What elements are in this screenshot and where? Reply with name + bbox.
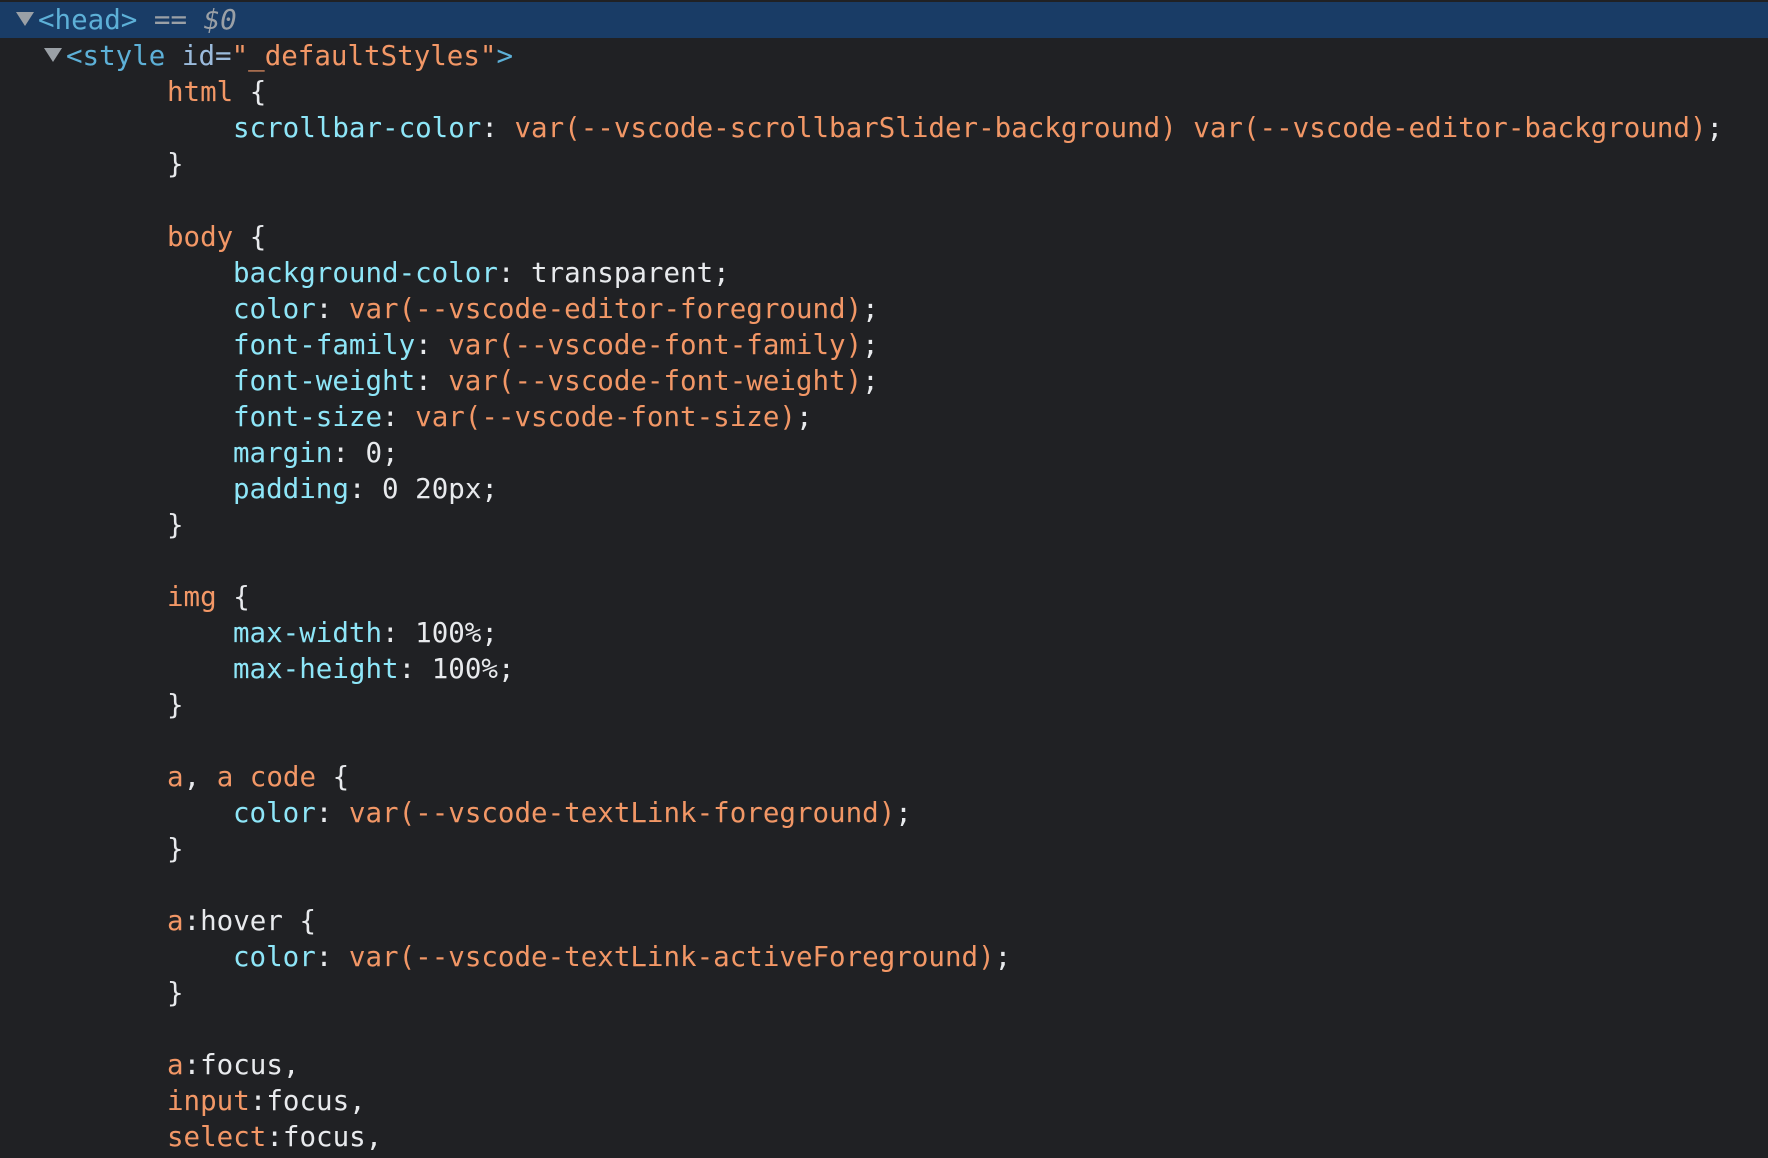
console-ref: $0 [203, 4, 237, 36]
css-property: max-width [233, 617, 383, 649]
css-property: color [233, 293, 316, 325]
css-value: var(--vscode-textLink-activeForeground) [348, 941, 995, 973]
css-property: font-size [233, 401, 383, 433]
rule-selector: a code [216, 761, 317, 793]
rule-body-selector-line: body { [167, 221, 267, 253]
declaration-line: color: var(--vscode-textLink-activeForeg… [233, 941, 1012, 973]
rule-selector: a [167, 905, 184, 937]
close-brace: } [167, 977, 184, 1009]
pseudo-class: :focus, [266, 1121, 383, 1153]
pseudo-class: :hover [183, 905, 283, 937]
declaration-line: max-height: 100%; [233, 653, 515, 685]
css-property: scrollbar-color [233, 112, 482, 144]
declaration-line: background-color: transparent; [233, 257, 730, 289]
css-property: color [233, 941, 316, 973]
pseudo-class: :focus, [249, 1085, 366, 1117]
declaration-line: padding: 0 20px; [233, 473, 498, 505]
rule-selector: body [167, 221, 234, 253]
rule-selector: a [167, 1049, 184, 1081]
css-property: color [233, 797, 316, 829]
rule-selector: img [167, 581, 217, 613]
css-value: var(--vscode-scrollbarSlider-background)… [514, 112, 1707, 144]
dom-node-style[interactable]: <style id="_defaultStyles"> [0, 38, 1768, 74]
css-value: 100% [415, 617, 482, 649]
style-tag-end: > [496, 40, 514, 72]
declaration-line: max-width: 100%; [233, 617, 498, 649]
style-tag-start: <style [66, 40, 166, 72]
declaration-line: font-weight: var(--vscode-font-weight); [233, 365, 879, 397]
close-brace: } [167, 689, 184, 721]
rule-img-selector-line: img { [167, 581, 250, 613]
css-value: transparent [531, 257, 714, 289]
css-value: var(--vscode-font-weight) [448, 365, 863, 397]
devtools-elements-panel: <head> == $0 <style id="_defaultStyles">… [0, 0, 1768, 1158]
declaration-line: font-size: var(--vscode-font-size); [233, 401, 813, 433]
css-property: background-color [233, 257, 498, 289]
declaration-line: color: var(--vscode-editor-foreground); [233, 293, 879, 325]
declaration-line: margin: 0; [233, 437, 399, 469]
close-brace: } [167, 833, 184, 865]
head-tag: <head> [38, 4, 138, 36]
css-value: 100% [431, 653, 498, 685]
css-value: 0 20px [382, 473, 482, 505]
style-attr-value: "_defaultStyles" [231, 40, 497, 72]
css-property: max-height [233, 653, 399, 685]
pseudo-class: :focus, [183, 1049, 300, 1081]
declaration-line: color: var(--vscode-textLink-foreground)… [233, 797, 912, 829]
css-value: var(--vscode-textLink-foreground) [348, 797, 896, 829]
dom-node-head[interactable]: <head> == $0 [0, 2, 1768, 38]
rule-a-code-selector-line: a, a code { [167, 761, 350, 793]
css-property: padding [233, 473, 349, 505]
declaration-line: scrollbar-color: var(--vscode-scrollbarS… [233, 112, 1724, 144]
rule-a-hover-selector-line: a:hover { [167, 905, 317, 937]
css-value: var(--vscode-editor-foreground) [348, 293, 863, 325]
focus-selector-line: input:focus, [167, 1083, 1768, 1119]
focus-selector-line: a:focus, [167, 1047, 1768, 1083]
css-value: var(--vscode-font-size) [415, 401, 796, 433]
css-value: 0 [365, 437, 383, 469]
collapse-triangle-icon[interactable] [44, 48, 62, 62]
rule-selector: select [167, 1121, 267, 1153]
rule-selector: a [167, 761, 184, 793]
close-brace: } [167, 509, 184, 541]
console-separator: == [137, 4, 204, 36]
focus-selector-line: select:focus, [167, 1119, 1768, 1155]
style-attr-name: id= [165, 40, 232, 72]
css-property: margin [233, 437, 333, 469]
rule-selector: html [167, 76, 234, 108]
declaration-line: font-family: var(--vscode-font-family); [233, 329, 879, 361]
css-value: var(--vscode-font-family) [448, 329, 863, 361]
close-brace: } [167, 148, 184, 180]
rule-html-selector-line: html { [167, 76, 267, 108]
css-property: font-weight [233, 365, 416, 397]
collapse-triangle-icon[interactable] [16, 12, 34, 26]
rule-selector: input [167, 1085, 250, 1117]
css-property: font-family [233, 329, 416, 361]
